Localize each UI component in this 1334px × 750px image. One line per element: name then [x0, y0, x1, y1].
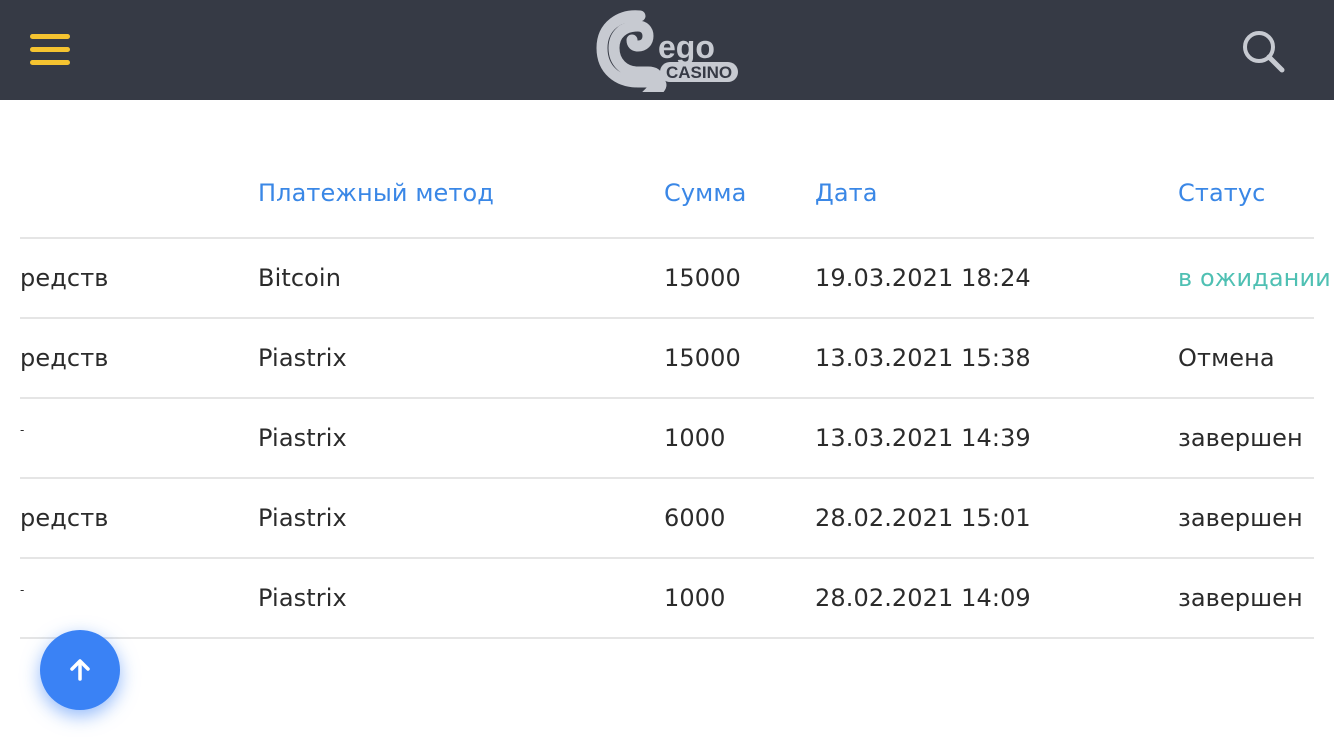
column-header-method[interactable]: Платежный метод	[258, 155, 494, 237]
cell-method: Piastrix	[258, 424, 347, 452]
cell-status: завершен	[1178, 504, 1303, 532]
cell-type: -	[20, 583, 25, 597]
ego-casino-logo[interactable]: ego CASINO	[596, 8, 740, 92]
cell-amount: 6000	[664, 504, 726, 532]
column-header-status[interactable]: Статус	[1178, 155, 1265, 237]
table-row: редств Bitcoin 15000 19.03.2021 18:24 в …	[20, 239, 1331, 319]
arrow-up-icon	[70, 659, 90, 681]
cell-status: завершен	[1178, 584, 1303, 612]
cell-date: 13.03.2021 14:39	[815, 424, 1031, 452]
cell-status: в ожидании	[1178, 264, 1331, 292]
cell-method: Piastrix	[258, 504, 347, 532]
logo-sub-text: CASINO	[666, 63, 732, 82]
cell-type: редств	[20, 344, 109, 372]
transactions-table: Платежный метод Сумма Дата Статус редств…	[20, 155, 1331, 639]
logo-main-text: ego	[658, 29, 715, 65]
cell-date: 28.02.2021 15:01	[815, 504, 1031, 532]
cell-status: завершен	[1178, 424, 1303, 452]
cell-date: 13.03.2021 15:38	[815, 344, 1031, 372]
search-icon[interactable]	[1240, 28, 1286, 74]
scroll-to-top-button[interactable]	[40, 630, 120, 710]
cell-type: редств	[20, 264, 109, 292]
cell-method: Bitcoin	[258, 264, 342, 292]
cell-amount: 15000	[664, 264, 741, 292]
cell-amount: 1000	[664, 584, 726, 612]
cell-type: редств	[20, 504, 109, 532]
table-header-row: Платежный метод Сумма Дата Статус	[20, 155, 1314, 239]
cell-type: -	[20, 423, 25, 437]
column-header-date[interactable]: Дата	[815, 155, 878, 237]
cell-status: Отмена	[1178, 344, 1275, 372]
column-header-amount[interactable]: Сумма	[664, 155, 746, 237]
hamburger-menu-icon[interactable]	[30, 34, 70, 66]
cell-amount: 15000	[664, 344, 741, 372]
top-navigation-bar: ego CASINO	[0, 0, 1334, 100]
table-row: - Piastrix 1000 13.03.2021 14:39 заверше…	[20, 399, 1314, 479]
table-row: редств Piastrix 6000 28.02.2021 15:01 за…	[20, 479, 1314, 559]
cell-method: Piastrix	[258, 584, 347, 612]
table-row: - Piastrix 1000 28.02.2021 14:09 заверше…	[20, 559, 1314, 639]
cell-method: Piastrix	[258, 344, 347, 372]
cell-date: 28.02.2021 14:09	[815, 584, 1031, 612]
cell-amount: 1000	[664, 424, 726, 452]
cell-date: 19.03.2021 18:24	[815, 264, 1031, 292]
table-row: редств Piastrix 15000 13.03.2021 15:38 О…	[20, 319, 1314, 399]
